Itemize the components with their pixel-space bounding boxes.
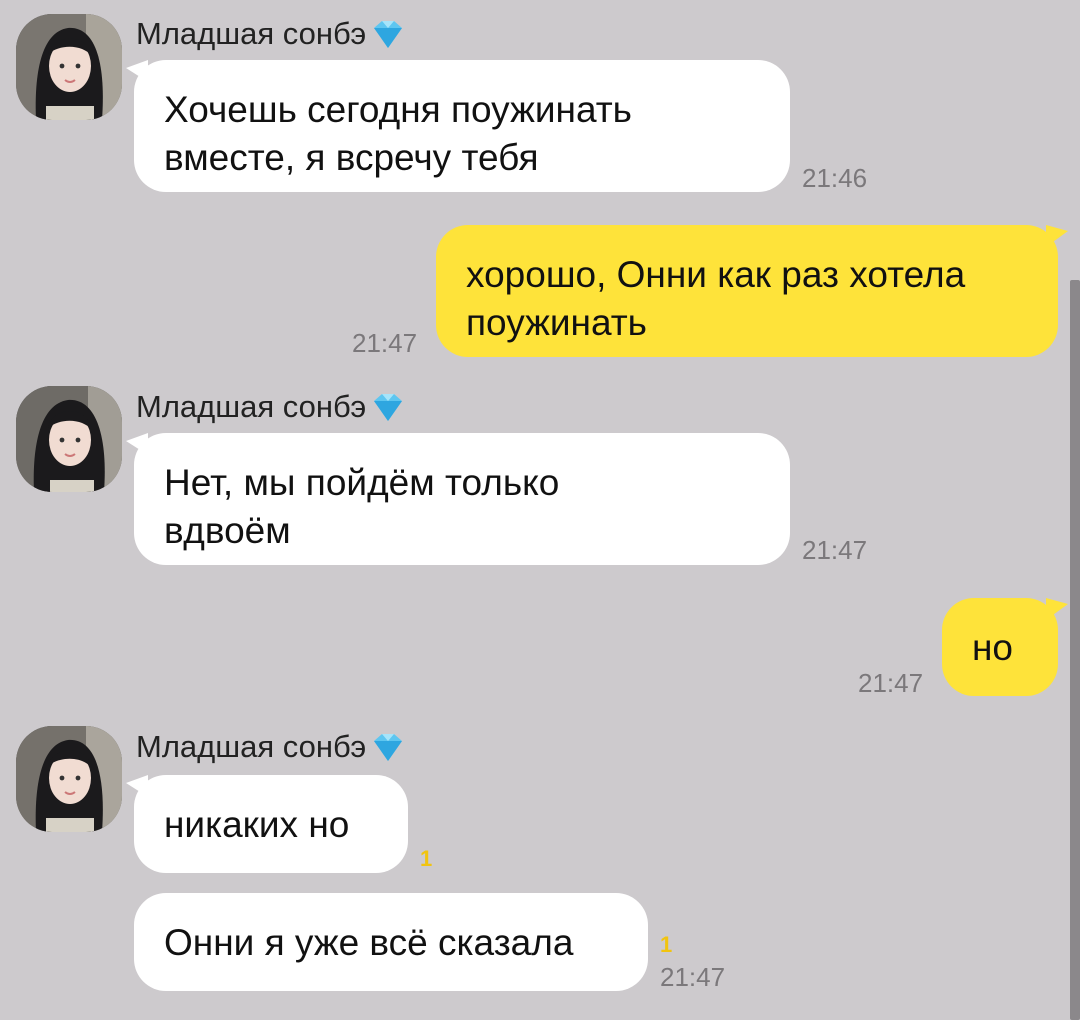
scrollbar[interactable] <box>1070 280 1080 1020</box>
avatar-photo-icon <box>16 386 122 492</box>
outgoing-message-bubble[interactable]: хорошо, Онни как раз хотела поужинать <box>436 225 1058 357</box>
message-text-line: вместе, я всречу тебя <box>164 137 539 178</box>
message-text-line: поужинать <box>466 302 647 343</box>
message-text-line: никаких но <box>164 804 350 845</box>
bubble-tail <box>1046 598 1068 620</box>
bubble-tail <box>1046 225 1068 247</box>
message-time: 21:47 <box>802 535 868 565</box>
sender-name: Младшая сонбэ <box>136 389 408 425</box>
message-time: 21:47 <box>660 962 726 992</box>
sender-name: Младшая сонбэ <box>136 16 408 52</box>
outgoing-message-bubble[interactable]: но <box>942 598 1058 696</box>
sender-avatar[interactable] <box>16 726 122 832</box>
avatar-photo-icon <box>16 14 122 120</box>
incoming-message-bubble[interactable]: Нет, мы пойдём только вдвоём <box>134 433 790 565</box>
unread-count: 1 <box>420 846 433 871</box>
sender-name: Младшая сонбэ <box>136 729 408 765</box>
message-text-line: хорошо, Онни как раз хотела <box>466 254 966 295</box>
message-text-line: Хочешь сегодня поужинать <box>164 89 632 130</box>
message-time: 21:47 <box>858 668 924 698</box>
message-time: 21:46 <box>802 163 868 193</box>
avatar-photo-icon <box>16 726 122 832</box>
diamond-icon <box>374 394 403 421</box>
unread-count: 1 <box>660 932 673 957</box>
message-text-line: Онни я уже всё сказала <box>164 922 574 963</box>
sender-avatar[interactable] <box>16 386 122 492</box>
diamond-icon <box>374 21 403 48</box>
message-text-line: но <box>972 627 1014 668</box>
diamond-icon <box>374 734 403 761</box>
message-text-line: вдвоём <box>164 510 291 551</box>
sender-name-text: Младшая сонбэ <box>136 729 367 764</box>
message-time: 21:47 <box>352 328 418 358</box>
incoming-message-bubble[interactable]: Онни я уже всё сказала <box>134 893 648 991</box>
incoming-message-bubble[interactable]: Хочешь сегодня поужинать вместе, я всреч… <box>134 60 790 192</box>
sender-name-text: Младшая сонбэ <box>136 16 367 51</box>
incoming-message-bubble[interactable]: никаких но <box>134 775 408 873</box>
sender-avatar[interactable] <box>16 14 122 120</box>
message-text-line: Нет, мы пойдём только <box>164 462 560 503</box>
chat-message-list[interactable]: Младшая сонбэ Хочешь сегодня поужинать в… <box>0 0 1080 1020</box>
sender-name-text: Младшая сонбэ <box>136 389 367 424</box>
